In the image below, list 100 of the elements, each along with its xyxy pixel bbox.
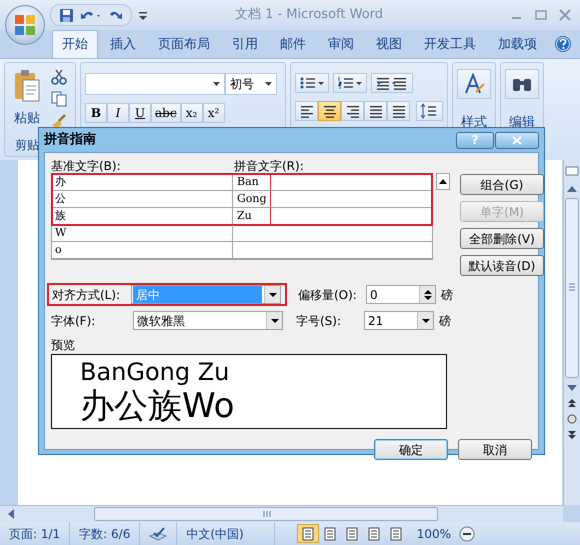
size-select[interactable]: 21 [364,311,434,330]
language-indicator[interactable]: 中文(中国) [186,524,244,542]
save-icon[interactable] [59,8,74,22]
select-browse-object-icon[interactable] [567,414,577,424]
ribbon-tab[interactable]: 开发工具 [414,30,486,58]
numbered-list-icon [337,75,363,91]
field-label: 字体(F): [51,312,96,330]
copy-icon[interactable] [51,91,67,107]
indent-button[interactable] [371,73,413,93]
select-value: 微软雅黑 [136,312,186,329]
scroll-down-icon[interactable] [567,384,577,392]
unit-label: 磅 [441,286,453,304]
dialog-button[interactable]: 默认读音(D) [460,255,544,276]
view-icon [322,526,337,540]
zoom-level[interactable]: 100% [416,524,452,542]
field-label: 偏移量(O): [298,286,358,304]
base-text-cell[interactable]: o [52,242,233,258]
scroll-thumb[interactable] [565,198,579,378]
ruby-text-cell[interactable]: Ban [233,174,271,190]
format-button[interactable]: abc [151,103,181,123]
scroll-up-button[interactable] [436,173,450,190]
scroll-thumb[interactable] [94,507,438,521]
preview-label: 预览 [51,337,76,354]
styles-button[interactable] [457,69,491,99]
base-text-cell[interactable]: 办 [52,174,233,190]
proofing-icon[interactable] [149,526,168,542]
offset-spinner[interactable]: 0 [366,285,436,304]
view-button[interactable] [296,524,319,543]
scroll-up-icon[interactable] [567,184,577,192]
base-text-cell[interactable]: 公 [52,191,233,207]
ruby-text-cell[interactable]: Gong [233,191,271,207]
format-button[interactable]: B [85,103,107,123]
ribbon-tab[interactable]: 插入 [100,30,146,58]
base-text-cell[interactable]: W [52,225,233,241]
format-button[interactable]: x² [202,103,225,123]
preview-ruby-text: BanGong Zu [80,358,230,386]
zoom-out-icon[interactable] [459,526,476,542]
align-button[interactable] [364,101,388,121]
format-button[interactable]: I [107,103,129,123]
ribbon-tab[interactable]: 视图 [366,30,412,58]
field-label: 字号(S): [296,312,342,330]
view-icon [366,526,381,540]
ribbon-tab[interactable]: 邮件 [270,30,316,58]
view-icon [344,526,359,540]
base-text-cell[interactable]: 族 [52,208,233,224]
view-icon [300,526,315,540]
align-button[interactable] [387,101,410,121]
paste-icon[interactable] [13,69,41,103]
field-value: 21 [367,312,384,329]
font-size-value: 初号 [230,76,255,93]
align-icon [344,103,361,119]
ribbon-tab[interactable]: 引用 [222,30,268,58]
align-button[interactable] [341,101,364,121]
align-button[interactable] [295,101,318,121]
dialog-button[interactable]: 组合(G) [460,174,544,195]
cancel-button[interactable]: 取消 [458,439,532,460]
ribbon-tab[interactable]: 开始 [52,30,98,58]
next-page-icon[interactable] [567,430,577,440]
dialog-button[interactable]: 全部删除(V) [460,228,544,249]
previous-page-icon[interactable] [567,398,577,408]
vertical-scrollbar[interactable] [563,160,580,505]
customize-icon[interactable] [138,9,148,21]
word-count[interactable]: 字数: 6/6 [79,524,130,542]
ruby-text-cell[interactable]: Zu [233,208,271,224]
ok-button[interactable]: 确定 [374,439,448,460]
ribbon-tab[interactable]: 加载项 [488,30,547,58]
page-count[interactable]: 页面: 1/1 [9,524,60,542]
spinner-icon [424,288,432,300]
numbering-button[interactable] [333,73,367,93]
styles-icon [463,73,485,95]
font-size-field[interactable]: 初号 [225,73,277,95]
bullets-button[interactable] [295,73,329,93]
indent-icon [375,75,409,91]
dropdown-arrow-icon[interactable] [265,82,272,86]
format-button[interactable]: x₂ [180,103,203,123]
view-icon [388,526,403,540]
scroll-left-icon[interactable] [6,509,14,519]
field-label: 对齐方式(L): [51,286,122,304]
align-icon [390,103,407,119]
office-button[interactable] [5,5,45,45]
format-button[interactable]: U [129,103,151,123]
editing-button[interactable] [505,69,539,99]
help-icon[interactable] [554,35,572,53]
horizontal-scrollbar[interactable] [0,505,563,522]
font-select[interactable]: 微软雅黑 [133,311,283,330]
line-spacing-button[interactable] [416,101,444,121]
office-logo-icon [14,14,36,36]
unit-label: 磅 [439,312,451,330]
ribbon-tab[interactable]: 页面布局 [148,30,220,58]
window-title: 文档 1 - Microsoft Word [234,6,384,24]
format-painter-icon[interactable] [51,113,67,129]
font-name-field[interactable] [85,73,225,95]
select-value: 居中 [133,286,262,303]
close-button[interactable] [495,132,539,148]
ribbon-tab[interactable]: 审阅 [318,30,364,58]
paste-label[interactable]: 粘贴 [14,109,40,128]
scissors-icon[interactable] [51,69,67,85]
align-icon [368,103,384,119]
dropdown-arrow-icon[interactable] [213,82,220,86]
align-button[interactable] [318,101,342,121]
